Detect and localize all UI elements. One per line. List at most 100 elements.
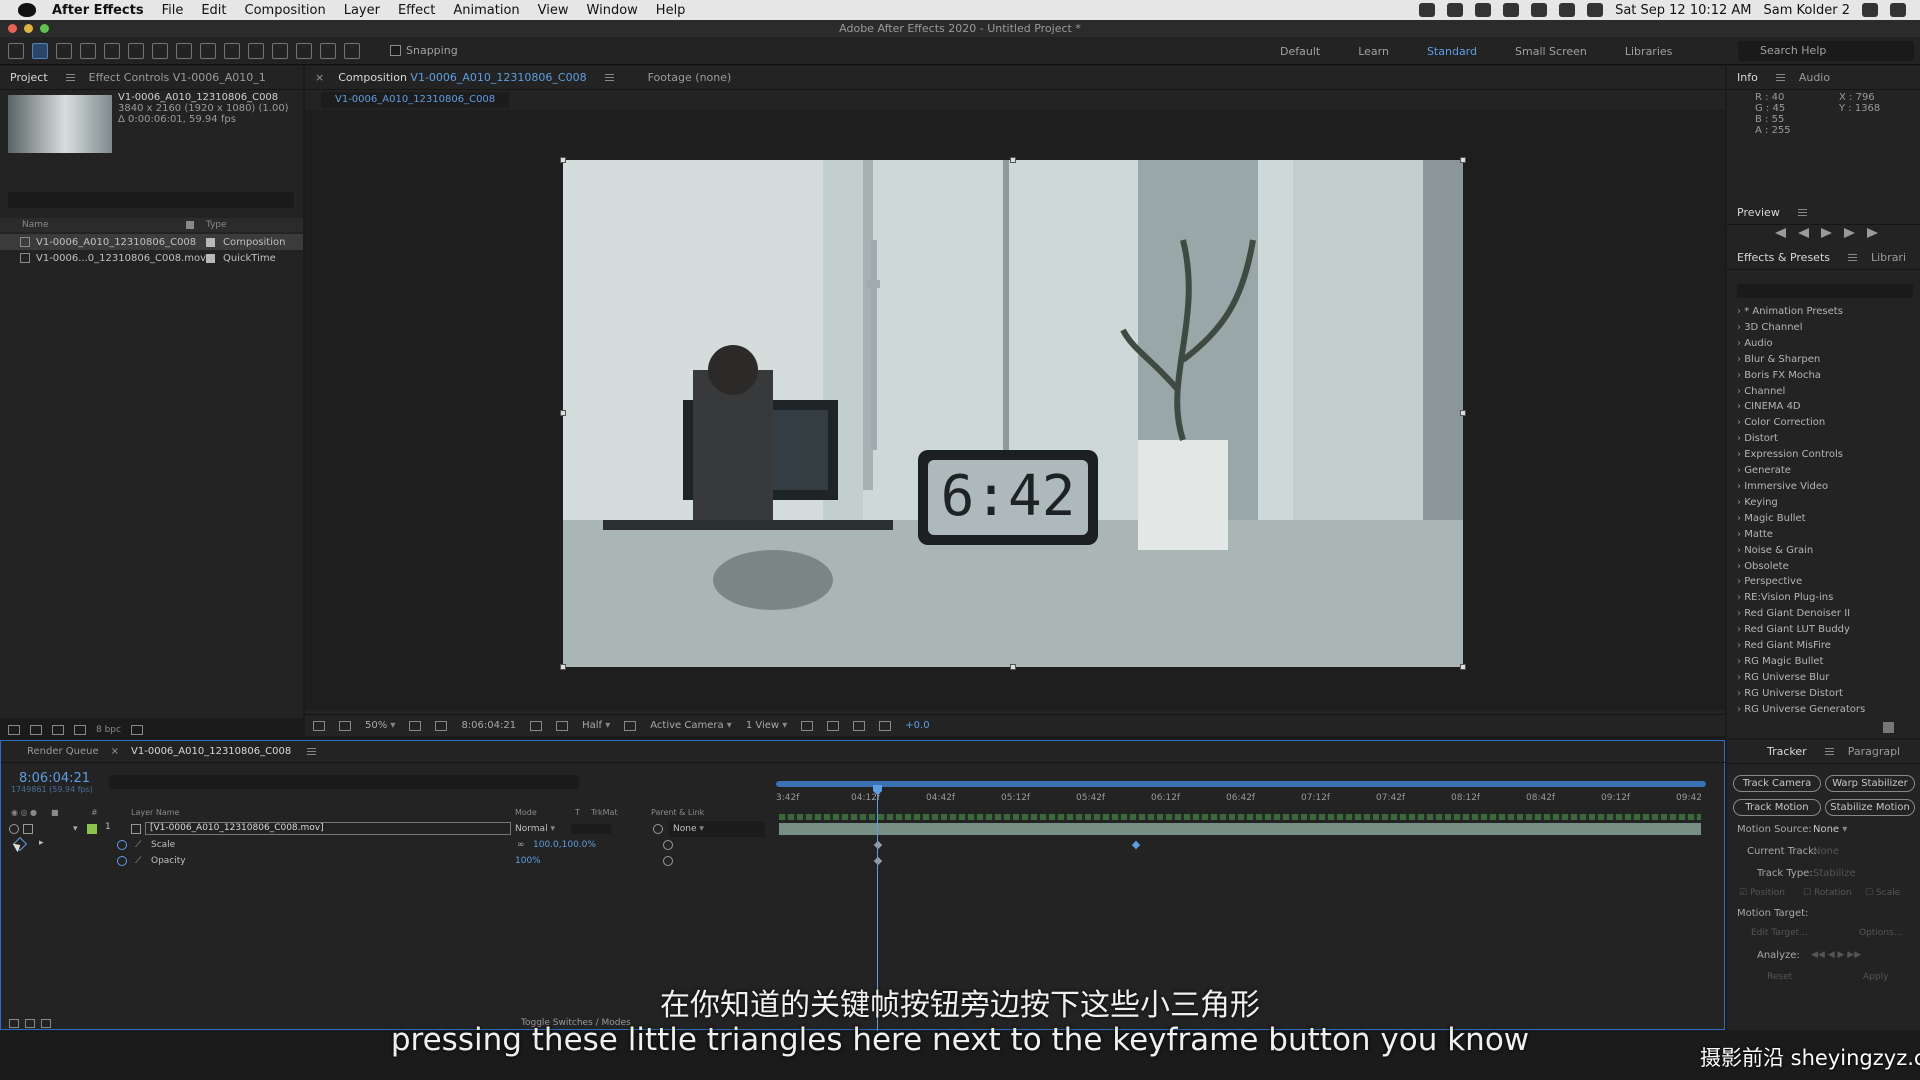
layer-row[interactable]: ▾ 1 [V1-0006_A010_12310806_C008.mov] Nor… <box>1 821 771 837</box>
apple-icon[interactable] <box>18 3 36 17</box>
camera-dropdown[interactable]: Active Camera <box>650 720 732 731</box>
property-value[interactable]: 100.0,100.0% <box>533 840 596 850</box>
panel-menu-icon[interactable] <box>1848 254 1857 261</box>
transform-handle[interactable] <box>560 664 566 670</box>
col-layer-name[interactable]: Layer Name <box>131 808 515 817</box>
audio-icon[interactable] <box>23 824 33 834</box>
expression-pickwhip-icon[interactable] <box>663 856 673 866</box>
edit-target-button[interactable]: Edit Target... <box>1751 928 1808 938</box>
menu-window[interactable]: Window <box>587 3 638 18</box>
transform-handle[interactable] <box>560 410 566 416</box>
transform-handle[interactable] <box>1460 157 1466 163</box>
zoom-window-icon[interactable] <box>40 24 49 33</box>
show-channel-icon[interactable] <box>556 720 569 731</box>
fast-previews-icon[interactable] <box>827 720 840 731</box>
stabilize-motion-button[interactable]: Stabilize Motion <box>1825 799 1915 816</box>
transform-handle[interactable] <box>1460 410 1466 416</box>
toggle-pixel-aspect-icon[interactable] <box>801 720 814 731</box>
effects-category-item[interactable]: RG Universe Distort <box>1737 686 1865 702</box>
transform-handle[interactable] <box>560 157 566 163</box>
snapping-toggle[interactable]: Snapping <box>390 44 458 57</box>
label-color-icon[interactable] <box>206 237 215 247</box>
notification-center-icon[interactable] <box>1890 3 1906 17</box>
graph-icon[interactable]: ⟋ <box>135 840 141 850</box>
trkmat-dropdown[interactable] <box>571 824 611 834</box>
menu-composition[interactable]: Composition <box>245 3 326 18</box>
effects-category-item[interactable]: Distort <box>1737 431 1865 447</box>
expand-layer-icon[interactable]: ▾ <box>73 824 83 834</box>
tab-audio[interactable]: Audio <box>1799 71 1830 84</box>
workspace-learn[interactable]: Learn <box>1358 45 1389 58</box>
effects-category-item[interactable]: Color Correction <box>1737 415 1865 431</box>
view-layout-dropdown[interactable]: 1 View <box>746 720 787 731</box>
first-frame-icon[interactable] <box>1775 228 1786 238</box>
time-machine-icon[interactable] <box>1503 3 1520 17</box>
transform-handle[interactable] <box>1010 664 1016 670</box>
scale-checkbox[interactable]: ☐ Scale <box>1865 888 1900 898</box>
project-settings-icon[interactable] <box>74 725 86 735</box>
constrain-proportions-icon[interactable]: ∞ <box>517 840 525 850</box>
track-motion-button[interactable]: Track Motion <box>1733 799 1821 816</box>
effects-category-item[interactable]: Red Giant LUT Buddy <box>1737 622 1865 638</box>
effects-category-item[interactable]: CINEMA 4D <box>1737 399 1865 415</box>
previous-frame-icon[interactable] <box>1798 228 1809 238</box>
composition-frame[interactable]: 6:42 <box>563 160 1463 667</box>
effects-category-item[interactable]: Matte <box>1737 527 1865 543</box>
transform-handle[interactable] <box>1010 157 1016 163</box>
project-item-footage[interactable]: V1-0006...0_12310806_C008.mov QuickTime <box>0 250 303 266</box>
workspace-small-screen[interactable]: Small Screen <box>1515 45 1587 58</box>
snapshot-camera-icon[interactable] <box>530 720 543 731</box>
play-icon[interactable] <box>1821 228 1832 238</box>
tab-project[interactable]: Project <box>10 71 48 84</box>
time-ruler[interactable]: 3:42f 04:12f 04:42f 05:12f 05:42f 06:12f 06:42… <box>776 781 1706 811</box>
tab-effect-controls[interactable]: Effect Controls V1-0006_A010_1 <box>89 71 266 84</box>
tab-tracker[interactable]: Tracker <box>1767 745 1807 758</box>
keyframe-scale-1[interactable] <box>873 840 883 850</box>
panel-menu-icon[interactable] <box>1797 209 1807 216</box>
menu-help[interactable]: Help <box>656 3 686 18</box>
volume-icon[interactable] <box>1587 3 1604 17</box>
tab-timeline-comp[interactable]: V1-0006_A010_12310806_C008 <box>131 746 291 757</box>
project-search-input[interactable] <box>8 192 294 208</box>
project-item-composition[interactable]: V1-0006_A010_12310806_C008 Composition <box>0 234 303 250</box>
effects-category-item[interactable]: Magic Bullet <box>1737 511 1865 527</box>
effects-category-item[interactable]: Red Giant MisFire <box>1737 638 1865 654</box>
panel-menu-icon[interactable] <box>65 74 75 81</box>
keyframe-opacity-1[interactable] <box>873 856 883 866</box>
transparency-grid-icon[interactable] <box>435 720 448 731</box>
spotlight-icon[interactable] <box>1862 3 1878 17</box>
transform-handle[interactable] <box>1460 664 1466 670</box>
effects-category-item[interactable]: Boris FX Mocha <box>1737 368 1865 384</box>
new-bin-icon[interactable] <box>1883 722 1894 733</box>
menu-edit[interactable]: Edit <box>201 3 226 18</box>
tab-footage[interactable]: Footage (none) <box>648 71 732 84</box>
label-tag-icon[interactable] <box>186 221 194 229</box>
wifi-icon[interactable] <box>1559 3 1576 17</box>
new-composition-icon[interactable] <box>52 725 64 735</box>
video-visibility-icon[interactable] <box>9 824 19 834</box>
pen-tool-icon[interactable] <box>200 42 216 59</box>
track-type-dropdown[interactable]: Stabilize <box>1813 868 1855 879</box>
interpret-footage-icon[interactable] <box>8 725 20 735</box>
menu-layer[interactable]: Layer <box>344 3 380 18</box>
effects-category-item[interactable]: Obsolete <box>1737 559 1865 575</box>
effects-category-item[interactable]: Noise & Grain <box>1737 543 1865 559</box>
col-name[interactable]: Name <box>22 220 162 230</box>
search-help-input[interactable]: Search Help <box>1738 41 1914 61</box>
effects-category-item[interactable]: Red Giant Denoiser II <box>1737 606 1865 622</box>
analyze-controls[interactable]: ◀◀ ◀ ▶ ▶▶ <box>1811 950 1861 960</box>
parent-pickwhip-icon[interactable] <box>653 824 663 834</box>
tab-effects-presets[interactable]: Effects & Presets <box>1737 251 1830 264</box>
effects-category-item[interactable]: RG Universe Generators <box>1737 702 1865 718</box>
flowchart-icon[interactable] <box>853 720 866 731</box>
effects-category-item[interactable]: RE:Vision Plug-ins <box>1737 590 1865 606</box>
workspace-standard[interactable]: Standard <box>1427 45 1477 58</box>
composition-viewer[interactable]: 6:42 <box>305 110 1725 710</box>
effects-category-item[interactable]: 3D Channel <box>1737 320 1865 336</box>
layer-name-field[interactable]: [V1-0006_A010_12310806_C008.mov] <box>145 822 511 835</box>
timeline-search-input[interactable] <box>109 775 579 789</box>
snapping-checkbox[interactable] <box>390 45 401 56</box>
trash-icon[interactable] <box>130 725 143 735</box>
position-checkbox[interactable]: ☑ Position <box>1739 888 1785 898</box>
effects-category-item[interactable]: Generate <box>1737 463 1865 479</box>
